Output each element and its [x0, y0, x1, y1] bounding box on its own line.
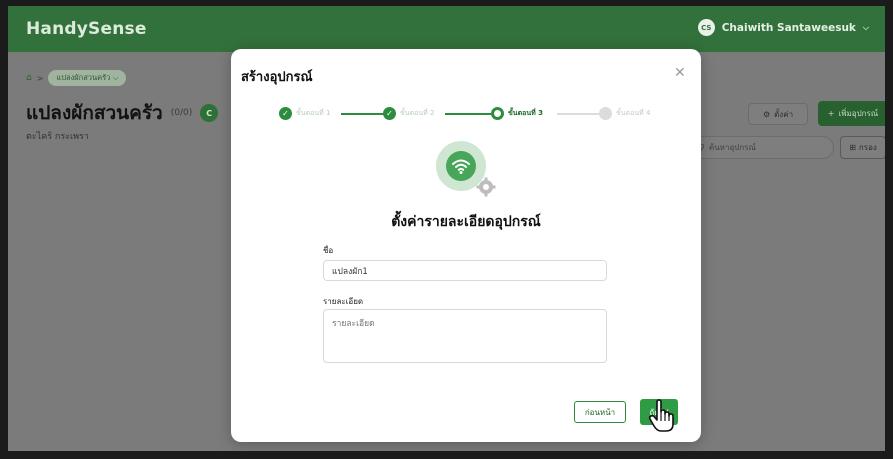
- step-3: ขั้นตอนที่ 3: [491, 107, 543, 120]
- description-field[interactable]: [323, 309, 607, 363]
- name-field-label: ชื่อ: [323, 246, 334, 255]
- wifi-icon: [446, 151, 476, 181]
- step-2-label: ขั้นตอนที่ 2: [400, 109, 435, 117]
- step-1-label: ขั้นตอนที่ 1: [296, 109, 331, 117]
- chevron-down-icon: ⌵: [862, 22, 869, 32]
- step-3-label: ขั้นตอนที่ 3: [508, 109, 544, 117]
- back-button[interactable]: ก่อนหน้า: [574, 401, 626, 423]
- close-icon[interactable]: ✕: [674, 65, 686, 81]
- device-count: (0/0): [170, 108, 193, 118]
- name-field[interactable]: [323, 260, 607, 281]
- filter-icon: ⊞: [849, 143, 856, 152]
- add-device-button-label: เพิ่มอุปกรณ์: [838, 109, 879, 118]
- page-subtitle: ตะไคร้ กระเพรา: [26, 132, 89, 142]
- top-nav-bar: HandySense CS Chaiwith Santaweesuk ⌵: [8, 6, 885, 52]
- create-device-modal: สร้างอุปกรณ์ ✕ ✓ ขั้นตอนที่ 1 ✓ ขั้นตอนท…: [231, 49, 701, 442]
- step-1: ✓ ขั้นตอนที่ 1: [279, 107, 330, 120]
- avatar: CS: [697, 19, 715, 36]
- chevron-down-icon: ⌵: [112, 73, 119, 82]
- step-4-label: ขั้นตอนที่ 4: [616, 109, 651, 117]
- user-name: Chaiwith Santaweesuk: [721, 21, 856, 34]
- settings-button-label: ตั้งค่า: [774, 109, 794, 119]
- search-input[interactable]: ⚲ ค้นหาอุปกรณ์: [688, 136, 834, 159]
- stepper: ✓ ขั้นตอนที่ 1 ✓ ขั้นตอนที่ 2 ขั้นตอนที่…: [279, 107, 669, 121]
- plus-icon: +: [827, 109, 835, 118]
- step-connector: [557, 113, 599, 115]
- page-title-row: แปลงผักสวนครัว (0/0) C: [26, 98, 219, 128]
- status-badge[interactable]: C: [200, 104, 219, 122]
- gear-icon: ⚙: [762, 109, 771, 119]
- filter-button[interactable]: ⊞ กรอง: [840, 136, 885, 159]
- breadcrumb-current-label: แปลงผักสวนครัว: [56, 73, 111, 82]
- current-step-icon: [491, 107, 504, 120]
- search-placeholder: ค้นหาอุปกรณ์: [708, 143, 756, 152]
- footer-copyright: Copyright © 2020 Created by NEXPIE Co., …: [365, 451, 528, 459]
- breadcrumb: ⌂ > แปลงผักสวนครัว ⌵: [26, 70, 127, 86]
- check-icon: ✓: [279, 107, 292, 120]
- screen-frame: HandySense CS Chaiwith Santaweesuk ⌵ ⌂ >…: [0, 0, 893, 459]
- device-illustration: [436, 141, 496, 201]
- page-title: แปลงผักสวนครัว: [26, 102, 163, 124]
- filter-button-label: กรอง: [858, 143, 877, 152]
- brand-logo[interactable]: HandySense: [26, 19, 147, 39]
- modal-title: สร้างอุปกรณ์: [241, 70, 313, 85]
- breadcrumb-separator: >: [36, 73, 44, 83]
- step-connector: [341, 113, 387, 115]
- home-icon[interactable]: ⌂: [26, 73, 32, 83]
- settings-button[interactable]: ⚙ ตั้งค่า: [748, 103, 808, 125]
- description-field-label: รายละเอียด: [323, 297, 364, 306]
- gear-icon: [476, 177, 496, 197]
- form-heading: ตั้งค่ารายละเอียดอุปกรณ์: [391, 214, 541, 230]
- step-2: ✓ ขั้นตอนที่ 2: [383, 107, 434, 120]
- hand-cursor-icon: [648, 399, 674, 432]
- pending-step-icon: [599, 107, 612, 120]
- user-menu[interactable]: CS Chaiwith Santaweesuk ⌵: [697, 19, 869, 36]
- step-connector: [445, 113, 491, 115]
- check-icon: ✓: [383, 107, 396, 120]
- step-4: ขั้นตอนที่ 4: [599, 107, 650, 120]
- add-device-button[interactable]: + เพิ่มอุปกรณ์: [818, 101, 885, 126]
- breadcrumb-current[interactable]: แปลงผักสวนครัว ⌵: [48, 70, 127, 86]
